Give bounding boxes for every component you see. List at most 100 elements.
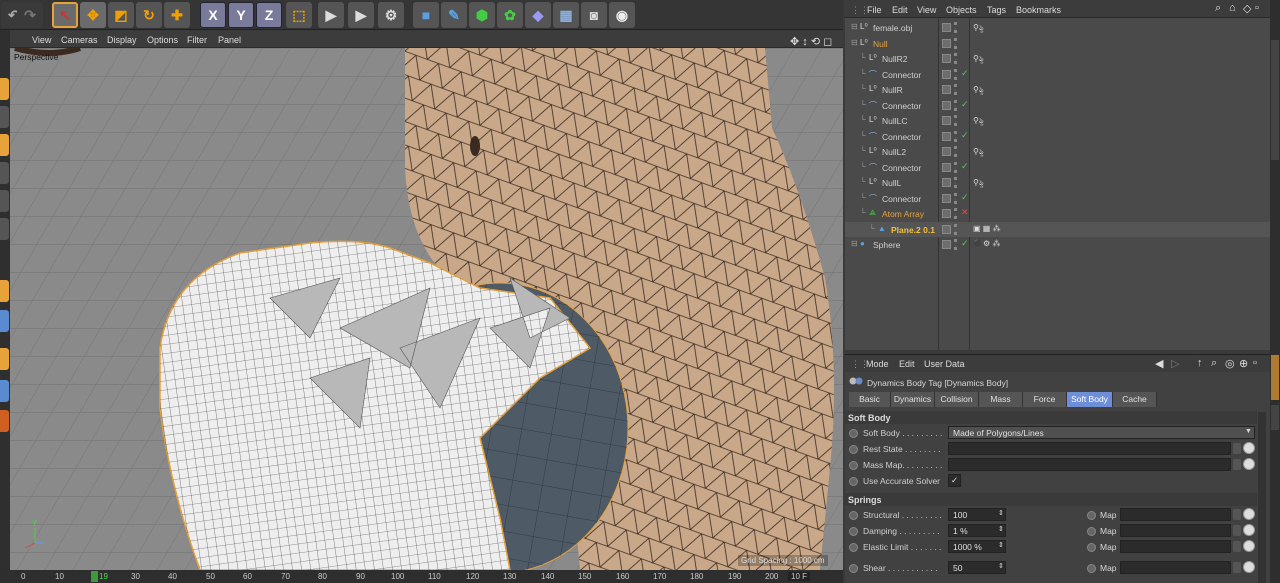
om-menu-tags[interactable]: Tags xyxy=(987,5,1006,15)
layers-tab[interactable] xyxy=(1271,405,1279,430)
object-row[interactable]: ⊟ L⁰ Null xyxy=(845,36,1270,52)
stepper-icon[interactable]: ⇕ xyxy=(998,525,1004,533)
dyn-tag-icon[interactable]: ⚲ৡ xyxy=(973,115,984,128)
am-new-icon[interactable]: ⊕ xyxy=(1239,357,1248,370)
redo-icon[interactable]: ↷ xyxy=(17,2,43,28)
layer-swatch[interactable] xyxy=(942,131,951,141)
layer-swatch[interactable] xyxy=(942,193,951,203)
mass-map-icon[interactable] xyxy=(1243,458,1255,470)
enable-toggle[interactable]: ✓ xyxy=(961,161,969,172)
am-back-icon[interactable]: ◀ xyxy=(1155,357,1163,370)
om-menu-objects[interactable]: Objects xyxy=(946,5,977,15)
deformer-icon[interactable]: ◆ xyxy=(525,2,551,28)
tab-mass[interactable]: Mass xyxy=(979,392,1023,407)
enable-toggle[interactable]: ✓ xyxy=(961,68,969,79)
object-row[interactable]: └ ⌒ Connector ✓ xyxy=(845,98,1270,114)
visibility-dots[interactable] xyxy=(954,161,957,173)
enable-toggle[interactable]: ✓ xyxy=(961,99,969,110)
perspective-viewport[interactable]: Y Perspective Grid Spacing : 1000 cm xyxy=(10,48,843,570)
object-name[interactable]: Plane.2 0.1 xyxy=(891,225,935,235)
object-name[interactable]: Connector xyxy=(882,132,921,142)
object-row[interactable]: └ L⁰ NullR2 ⚲ৡ xyxy=(845,51,1270,67)
dyn-tag-icon[interactable]: ⚲ৡ xyxy=(973,177,984,190)
dyn-tag-icon[interactable]: ⚲ৡ xyxy=(973,146,984,159)
visibility-dots[interactable] xyxy=(954,239,957,250)
object-name[interactable]: NullR xyxy=(882,85,903,95)
tab-dynamics[interactable]: Dynamics xyxy=(891,392,935,407)
mode-tool-icon[interactable] xyxy=(0,78,9,100)
move-icon[interactable]: ✥ xyxy=(80,2,106,28)
layer-swatch[interactable] xyxy=(942,147,951,156)
layer-swatch[interactable] xyxy=(942,162,951,172)
anim-dot[interactable] xyxy=(1087,511,1096,520)
floor-icon[interactable]: ▦ xyxy=(553,2,579,28)
anim-dot[interactable] xyxy=(849,477,858,486)
am-search-icon[interactable]: ⌕ xyxy=(1211,357,1217,370)
rest-state-map-icon[interactable] xyxy=(1243,442,1255,454)
am-lock-icon[interactable]: ◎ xyxy=(1225,357,1235,370)
attributes-tab[interactable] xyxy=(1271,355,1279,400)
elastic-limit-map-arrow[interactable] xyxy=(1233,541,1241,552)
enable-toggle[interactable]: ✓ xyxy=(961,130,969,141)
rotate-icon[interactable]: ↻ xyxy=(136,2,162,28)
anim-dot[interactable] xyxy=(849,564,858,573)
structural-map-arrow[interactable] xyxy=(1233,509,1241,520)
layer-swatch[interactable] xyxy=(942,54,951,63)
anim-dot[interactable] xyxy=(849,445,858,454)
visibility-dots[interactable] xyxy=(954,115,957,126)
am-menu-user-data[interactable]: User Data xyxy=(924,359,965,369)
current-frame-marker[interactable] xyxy=(91,571,98,582)
object-row[interactable]: └ ⌒ Connector ✓ xyxy=(845,129,1270,145)
poly-tag-icon[interactable]: ⚲ৡ xyxy=(973,22,984,35)
object-row[interactable]: └ ▲ Plane.2 0.1 ▣ ▦ ⁂ xyxy=(845,221,1270,237)
edges-mode-icon[interactable] xyxy=(0,134,9,156)
anim-dot[interactable] xyxy=(1087,527,1096,536)
om-menu-view[interactable]: View xyxy=(917,5,936,15)
object-name[interactable]: Sphere xyxy=(873,240,900,250)
object-row[interactable]: └ L⁰ NullR ⚲ৡ xyxy=(845,82,1270,98)
enable-toggle[interactable]: ✓ xyxy=(961,192,969,203)
damping-map-icon[interactable] xyxy=(1243,524,1255,536)
am-menu-edit[interactable]: Edit xyxy=(899,359,915,369)
anim-dot[interactable] xyxy=(849,511,858,520)
tab-soft-body[interactable]: Soft Body xyxy=(1067,392,1113,407)
viewport-menu-cameras[interactable]: Cameras xyxy=(61,35,98,45)
viewport-menu-view[interactable]: View xyxy=(32,35,51,45)
visibility-dots[interactable] xyxy=(954,208,957,219)
om-menu-edit[interactable]: Edit xyxy=(892,5,908,15)
use-accurate-solver-checkbox[interactable]: ✓ xyxy=(948,474,961,487)
workplane-icon[interactable] xyxy=(0,310,9,332)
structural-map-icon[interactable] xyxy=(1243,508,1255,520)
layer-swatch[interactable] xyxy=(942,38,951,48)
object-name[interactable]: NullR2 xyxy=(882,54,908,64)
attribute-scrollbar[interactable] xyxy=(1258,412,1266,583)
object-name[interactable]: NullLC xyxy=(882,116,908,126)
viewport-nav-icon[interactable]: ✥ ↕ ⟲ ◻ xyxy=(790,35,832,48)
object-name[interactable]: female.obj xyxy=(873,23,912,33)
visibility-dots[interactable] xyxy=(954,68,957,80)
layer-swatch[interactable] xyxy=(942,116,951,125)
x-axis-lock[interactable]: X xyxy=(200,2,226,28)
y-axis-lock[interactable]: Y xyxy=(228,2,254,28)
mass-map-arrow[interactable] xyxy=(1233,459,1241,470)
tab-force[interactable]: Force xyxy=(1023,392,1067,407)
anim-dot[interactable] xyxy=(849,461,858,470)
snap-icon[interactable] xyxy=(0,280,9,302)
om-search-icon[interactable]: ⌕ xyxy=(1215,2,1221,15)
object-name[interactable]: Atom Array xyxy=(882,209,924,219)
object-name[interactable]: Connector xyxy=(882,70,921,80)
uv-mode-icon[interactable] xyxy=(0,190,9,212)
layer-swatch[interactable] xyxy=(942,209,951,218)
layer-swatch[interactable] xyxy=(942,23,951,32)
object-row[interactable]: └ ⟁ Atom Array ✕ xyxy=(845,206,1270,222)
plane-tags-icon[interactable]: ▣ ▦ ⁂ xyxy=(973,224,1001,233)
object-row[interactable]: └ ⌒ Connector ✓ xyxy=(845,160,1270,176)
object-row[interactable]: ⊟ L⁰ female.obj ⚲ৡ xyxy=(845,20,1270,36)
visibility-dots[interactable] xyxy=(954,37,957,49)
object-row[interactable]: └ L⁰ NullLC ⚲ৡ xyxy=(845,113,1270,129)
render-settings-icon[interactable]: ⚙ xyxy=(378,2,404,28)
camera-icon[interactable]: ◙ xyxy=(581,2,607,28)
enable-toggle[interactable]: ✕ xyxy=(961,207,969,218)
om-home-icon[interactable]: ⌂ xyxy=(1229,2,1236,14)
visibility-dots[interactable] xyxy=(954,22,957,33)
